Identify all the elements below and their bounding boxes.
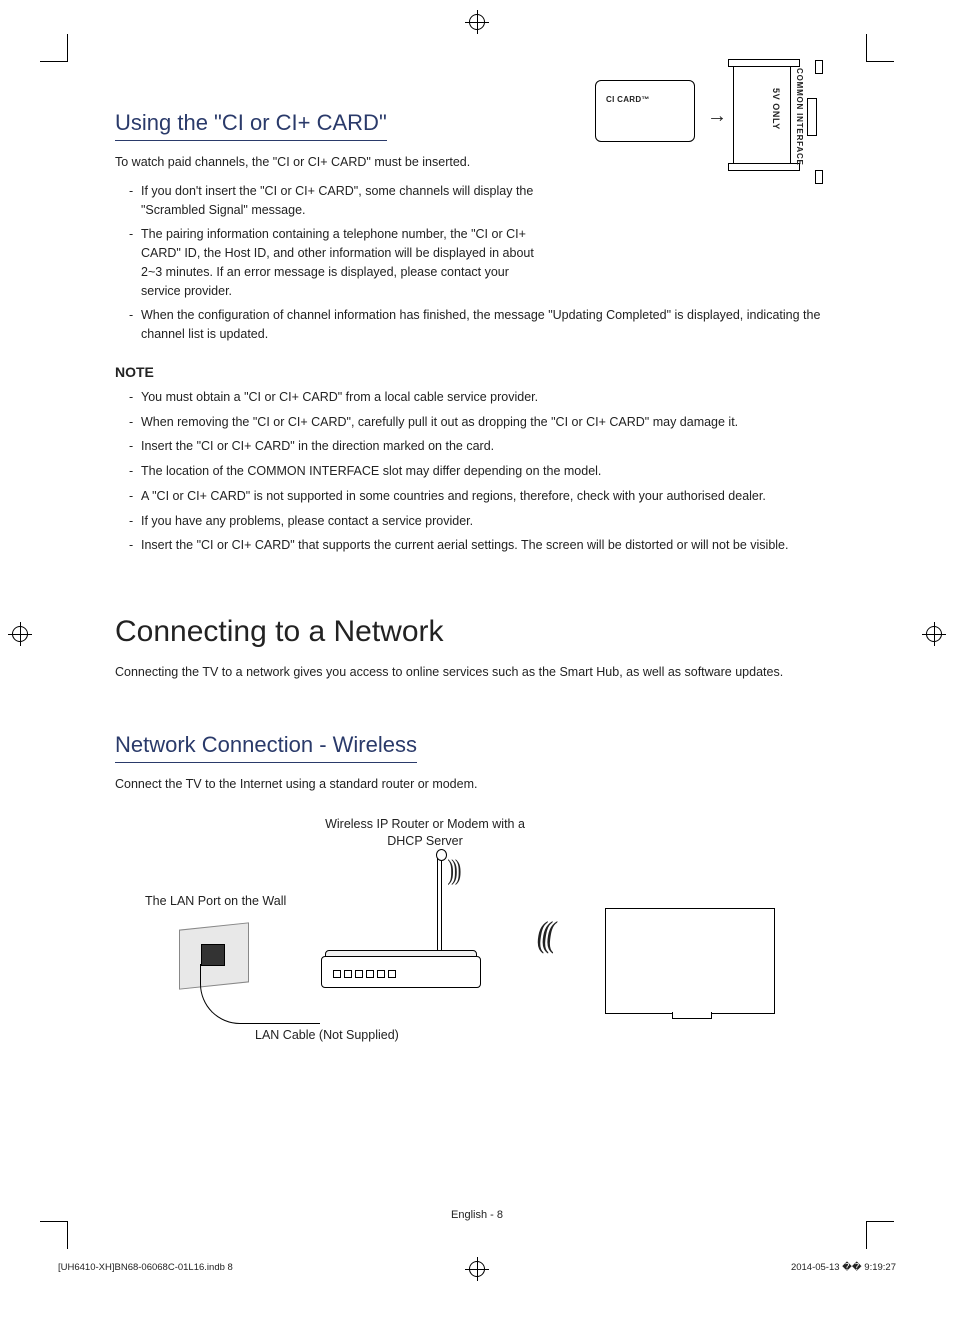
footer-timestamp: 2014-05-13 �� 9:19:27 [791,1262,896,1273]
wall-port-caption: The LAN Port on the Wall [145,894,286,908]
slot-connector-icon [807,98,817,136]
list-item: If you don't insert the "CI or CI+ CARD"… [129,182,549,220]
ci-card-illustration: CI CARD™ → 5V ONLY COMMON INTERFACE [595,60,845,180]
list-item: When removing the "CI or CI+ CARD", care… [129,413,845,432]
ci-card-bullets: If you don't insert the "CI or CI+ CARD"… [115,182,845,344]
tv-icon [605,908,775,1014]
crop-mark [866,1221,894,1249]
registration-mark-icon [469,14,485,30]
list-item: The location of the COMMON INTERFACE slo… [129,462,845,481]
registration-mark-icon [926,626,942,642]
router-icon [321,926,491,996]
list-item: Insert the "CI or CI+ CARD" in the direc… [129,437,845,456]
antenna-icon [437,856,442,952]
registration-mark-icon [469,1261,485,1277]
list-item: A "CI or CI+ CARD" is not supported in s… [129,487,845,506]
crop-mark [866,34,894,62]
slot-label: COMMON INTERFACE [795,68,804,166]
voltage-label: 5V ONLY [771,88,781,130]
section-intro: Connect the TV to the Internet using a s… [115,775,845,794]
slot-notch-icon [815,60,823,74]
heading-connecting-network: Connecting to a Network [115,615,845,649]
page-content: Using the "CI or CI+ CARD" To watch paid… [115,60,845,1046]
slot-notch-icon [815,170,823,184]
list-item: If you have any problems, please contact… [129,512,845,531]
ci-card-icon: CI CARD™ [595,80,695,142]
lan-cable-icon [200,964,320,1024]
list-item: You must obtain a "CI or CI+ CARD" from … [129,388,845,407]
wifi-signal-in-icon: ((( [537,924,551,946]
note-bullets: You must obtain a "CI or CI+ CARD" from … [115,388,845,555]
router-caption: Wireless IP Router or Modem with a DHCP … [325,816,525,851]
section-title-wireless: Network Connection - Wireless [115,732,417,763]
section-intro: Connecting the TV to a network gives you… [115,663,845,682]
arrow-right-icon: → [707,106,727,126]
crop-mark [40,34,68,62]
list-item: Insert the "CI or CI+ CARD" that support… [129,536,845,555]
ci-slot-icon [733,62,791,168]
ci-card-label: CI CARD™ [606,95,650,104]
registration-mark-icon [12,626,28,642]
list-item: When the configuration of channel inform… [129,306,845,344]
list-item: The pairing information containing a tel… [129,225,549,300]
section-title-ci-card: Using the "CI or CI+ CARD" [115,110,387,141]
wireless-diagram: Wireless IP Router or Modem with a DHCP … [115,816,835,1046]
wifi-signal-out-icon: ))) [447,861,458,881]
note-header: NOTE [115,364,845,380]
footer-filename: [UH6410-XH]BN68-06068C-01L16.indb 8 [58,1262,233,1273]
page-number: English - 8 [0,1209,954,1221]
crop-mark [40,1221,68,1249]
lan-cable-caption: LAN Cable (Not Supplied) [255,1028,399,1042]
